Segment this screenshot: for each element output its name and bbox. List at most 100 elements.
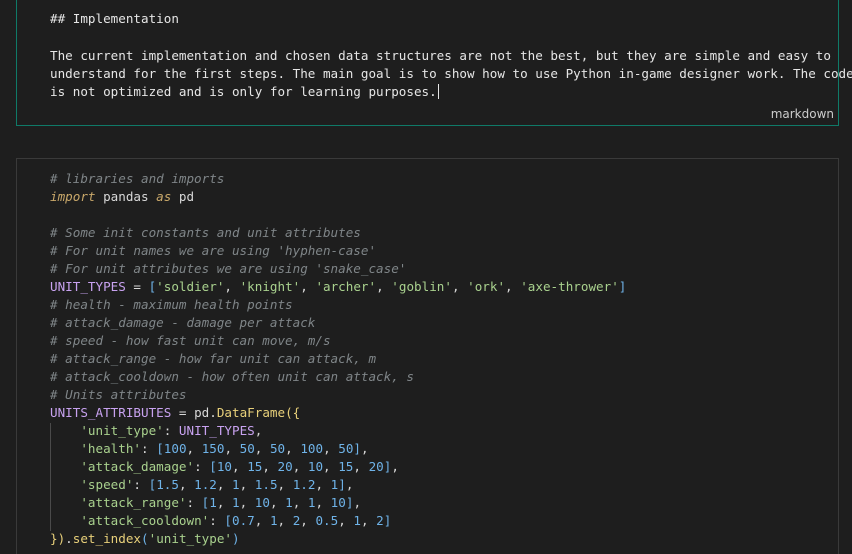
code-token: , — [224, 441, 240, 456]
code-token: 0.5 — [315, 513, 339, 528]
code-token: 'archer' — [315, 279, 377, 294]
code-token: ] — [353, 441, 361, 456]
code-token: 'speed' — [80, 477, 134, 492]
code-line: 'speed': [1.5, 1.2, 1, 1.5, 1.2, 1], — [50, 476, 626, 494]
code-token: : — [209, 513, 225, 528]
markdown-heading: ## Implementation — [50, 11, 179, 26]
code-token: # For unit attributes we are using 'snak… — [50, 261, 407, 276]
code-token: , — [451, 279, 468, 294]
indent-guide — [50, 423, 51, 531]
code-token: : — [163, 423, 179, 438]
code-token: , — [315, 495, 331, 510]
code-token: 'ork' — [467, 279, 506, 294]
code-token: , — [323, 441, 339, 456]
code-token: # Some init constants and unit attribute… — [50, 225, 361, 240]
markdown-line-text: is not optimized and is only for learnin… — [50, 84, 437, 99]
code-token: . — [65, 531, 73, 546]
code-token: UNITS_ATTRIBUTES — [50, 405, 172, 420]
code-token: 'unit_type' — [80, 423, 164, 438]
code-token: 1 — [232, 495, 240, 510]
code-token: ] — [338, 477, 346, 492]
code-token: import — [50, 189, 96, 204]
code-token: [ — [156, 441, 164, 456]
code-token: , — [323, 459, 339, 474]
code-token: ] — [383, 513, 392, 528]
code-token: # For unit names we are using 'hyphen-ca… — [50, 243, 377, 258]
code-token: pandas — [95, 189, 157, 204]
markdown-cell[interactable]: ## Implementation The current implementa… — [16, 0, 852, 126]
code-token: , — [239, 495, 255, 510]
code-line: UNITS_ATTRIBUTES = pd.DataFrame({ — [50, 404, 626, 422]
code-token: ) — [232, 531, 240, 546]
code-line: # For unit names we are using 'hyphen-ca… — [50, 242, 626, 260]
code-token: , — [353, 495, 362, 510]
code-line: 'attack_damage': [10, 15, 20, 10, 15, 20… — [50, 458, 626, 476]
code-token: ( — [141, 531, 149, 546]
markdown-line: understand for the first steps. The main… — [50, 66, 852, 81]
code-token: , — [186, 441, 202, 456]
code-token: , — [232, 459, 248, 474]
code-cell[interactable]: # libraries and imports import pandas as … — [16, 158, 839, 554]
code-token: # health - maximum health points — [50, 297, 293, 312]
code-token: 'axe-thrower' — [520, 279, 619, 294]
markdown-line-with-caret: is not optimized and is only for learnin… — [50, 83, 852, 101]
code-line: }).set_index('unit_type') — [50, 530, 626, 548]
code-line: 'unit_type': UNIT_TYPES, — [50, 422, 626, 440]
code-token: 'attack_cooldown' — [80, 513, 210, 528]
code-line: # libraries and imports — [50, 170, 626, 188]
markdown-line: The current implementation and chosen da… — [50, 48, 831, 63]
code-token: 100 — [163, 441, 187, 456]
code-token: , — [300, 513, 316, 528]
code-token: = pd. — [171, 405, 217, 420]
code-token: 100 — [300, 441, 324, 456]
code-token: , — [353, 459, 369, 474]
code-line: # For unit attributes we are using 'snak… — [50, 260, 626, 278]
code-token: 10 — [254, 495, 270, 510]
cell-language-label[interactable]: markdown — [771, 107, 834, 121]
code-token: set_index — [72, 531, 142, 546]
code-token: , — [216, 495, 233, 510]
code-token: ] — [618, 279, 627, 294]
code-token: 1 — [232, 477, 240, 492]
code-token: , — [360, 513, 377, 528]
code-token: 'goblin' — [391, 279, 452, 294]
code-token: , — [505, 279, 521, 294]
code-line: ​ — [50, 206, 626, 224]
code-token: , — [254, 441, 270, 456]
code-token: , — [262, 459, 278, 474]
code-token: : — [194, 459, 210, 474]
code-token: : — [141, 441, 157, 456]
code-token: 'attack_range' — [80, 495, 187, 510]
code-token: 'unit_type' — [148, 531, 233, 546]
code-line: 'attack_cooldown': [0.7, 1, 2, 0.5, 1, 2… — [50, 512, 626, 530]
code-token: 0.7 — [232, 513, 255, 528]
code-token: UNIT_TYPES — [178, 423, 255, 438]
code-line: # Units attributes — [50, 386, 626, 404]
code-token: 1.5 — [254, 477, 278, 492]
markdown-body[interactable]: The current implementation and chosen da… — [50, 47, 852, 101]
code-line: 'health': [100, 150, 50, 50, 100, 50], — [50, 440, 626, 458]
code-token: pd — [171, 189, 195, 204]
code-token: , — [269, 495, 286, 510]
code-token: 'health' — [80, 441, 142, 456]
code-token: DataFrame — [216, 405, 286, 420]
code-token: 1.2 — [194, 477, 217, 492]
code-token: UNIT_TYPES — [50, 279, 126, 294]
code-token: 2 — [376, 513, 384, 528]
code-token: , — [277, 513, 293, 528]
code-token: 10 — [307, 459, 324, 474]
code-token: , — [178, 477, 195, 492]
code-token: , — [292, 459, 308, 474]
code-token: 1 — [353, 513, 361, 528]
code-token: [ — [209, 459, 217, 474]
code-line: 'attack_range': [1, 1, 10, 1, 1, 10], — [50, 494, 626, 512]
code-editor[interactable]: # libraries and imports import pandas as … — [50, 170, 626, 548]
code-line: # health - maximum health points — [50, 296, 626, 314]
code-token: 'attack_damage' — [80, 459, 195, 474]
